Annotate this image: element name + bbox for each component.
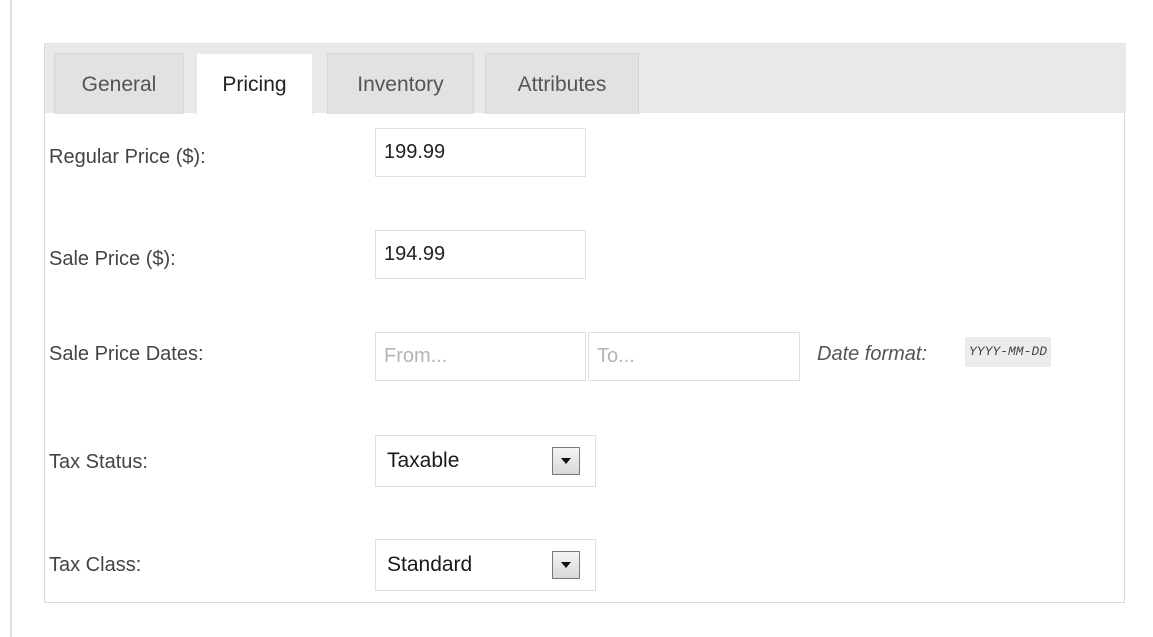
tax-status-select[interactable]: Taxable xyxy=(375,435,596,487)
chevron-down-icon xyxy=(561,458,571,464)
regular-price-input[interactable] xyxy=(375,128,586,177)
tab-inventory[interactable]: Inventory xyxy=(327,53,474,114)
tab-pricing[interactable]: Pricing xyxy=(196,53,313,115)
date-format-hint: Date format: xyxy=(817,343,928,365)
tax-class-select[interactable]: Standard xyxy=(375,539,596,591)
sale-price-dates-label: Sale Price Dates: xyxy=(49,343,204,365)
tab-attributes[interactable]: Attributes xyxy=(485,53,639,114)
sale-price-label: Sale Price ($): xyxy=(49,248,176,270)
product-data-panel: General Pricing Inventory Attributes Reg… xyxy=(44,43,1126,603)
tax-class-label: Tax Class: xyxy=(49,554,142,576)
tax-class-dropdown-button[interactable] xyxy=(552,551,580,579)
sale-date-to-input[interactable] xyxy=(588,332,800,381)
date-format-code: YYYY-MM-DD xyxy=(965,337,1052,367)
tax-status-value: Taxable xyxy=(387,449,460,472)
regular-price-label: Regular Price ($): xyxy=(49,146,206,168)
tax-class-value: Standard xyxy=(387,553,473,576)
page-left-border xyxy=(10,0,12,637)
chevron-down-icon xyxy=(561,562,571,568)
tab-general[interactable]: General xyxy=(54,53,184,114)
tab-bar: General Pricing Inventory Attributes xyxy=(45,43,1126,115)
sale-price-input[interactable] xyxy=(375,230,586,279)
sale-date-from-input[interactable] xyxy=(375,332,586,381)
tax-status-dropdown-button[interactable] xyxy=(552,447,580,475)
tax-status-label: Tax Status: xyxy=(49,451,148,473)
